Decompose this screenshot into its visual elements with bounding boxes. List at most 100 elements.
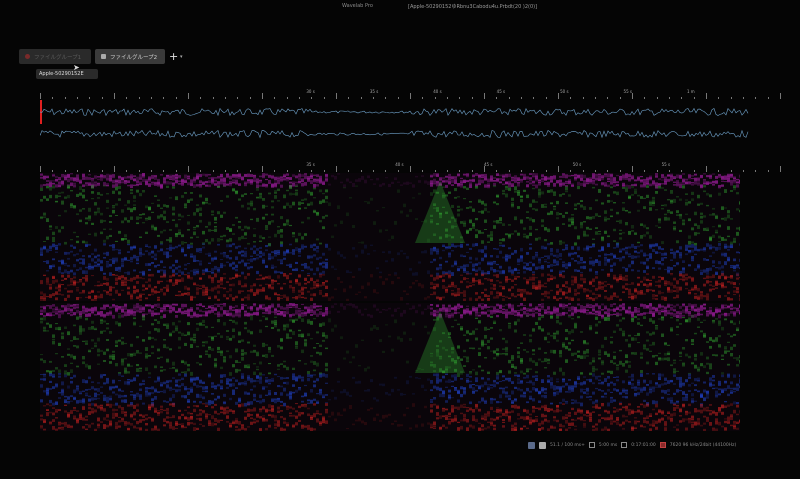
waveform-display[interactable] <box>40 100 780 148</box>
spectrogram-cell <box>292 384 295 387</box>
spectrogram-cell <box>253 250 256 254</box>
spectrogram-cell <box>118 179 121 181</box>
spectrogram-cell <box>682 183 685 185</box>
spectrogram-cell <box>709 284 712 286</box>
spectrogram-cell <box>250 247 253 251</box>
spectrogram-cell <box>730 265 733 267</box>
spectrogram-cell <box>130 208 133 213</box>
spectrogram-cell <box>640 244 643 247</box>
spectrogram-cell <box>103 252 106 255</box>
spectrogram-cell <box>289 224 292 227</box>
add-tab-chevron-down-icon[interactable]: ▾ <box>180 54 183 60</box>
spectrogram-cell <box>376 177 379 181</box>
spectrogram-cell <box>739 283 740 285</box>
spectrogram-cell <box>280 416 283 419</box>
spectrogram-cell <box>121 176 124 181</box>
spectrogram-cell <box>55 244 58 247</box>
spectrum-time-ruler[interactable]: 35 s 40 s 45 s 50 s 55 s <box>40 162 781 172</box>
spectrogram-cell <box>484 203 487 207</box>
spectrogram-cell <box>475 229 478 232</box>
add-tab-button[interactable]: + <box>169 50 178 63</box>
spectrogram-cell <box>214 226 217 228</box>
spectrogram-cell <box>160 243 163 246</box>
spectrogram-cell <box>301 270 304 272</box>
spectrogram-cell <box>313 318 316 320</box>
spectrogram-cell <box>253 379 256 383</box>
spectrogram-cell <box>226 261 229 263</box>
spectrogram-cell <box>109 395 112 397</box>
spectrogram-cell <box>214 256 217 260</box>
spectrogram-cell <box>163 418 166 422</box>
spectrogram-cell <box>316 179 319 183</box>
ruler-tick <box>138 97 140 99</box>
spectrogram-cell <box>220 265 223 269</box>
spectrogram-cell <box>637 200 640 204</box>
spectrogram-cell <box>253 371 256 375</box>
spectrogram-channel-right[interactable] <box>40 303 740 431</box>
spectrogram-cell <box>136 189 139 193</box>
spectrogram-cell <box>106 177 109 181</box>
spectrogram-cell <box>259 376 262 380</box>
spectrogram-cell <box>319 388 322 391</box>
spectrogram-cell <box>700 248 703 251</box>
spectrogram-cell <box>208 275 211 279</box>
spectrogram-cell <box>232 283 235 287</box>
spectrogram-cell <box>49 186 52 191</box>
spectrogram-cell <box>418 192 421 195</box>
spectrogram-cell <box>481 270 484 274</box>
spectrogram-cell <box>220 306 223 308</box>
spectrogram-cell <box>484 184 487 188</box>
spectrogram-cell <box>229 263 232 267</box>
spectrogram-cell <box>142 293 145 295</box>
ruler-tick <box>64 170 66 172</box>
file-tab[interactable]: Apple-50290152E <box>36 69 98 79</box>
spectrogram-cell <box>217 211 220 215</box>
spectrogram-cell <box>211 385 214 388</box>
spectrogram-cell <box>241 349 244 352</box>
spectrogram-cell <box>109 386 112 389</box>
spectrogram-cell <box>136 336 139 339</box>
spectrogram-cell <box>682 178 685 183</box>
spectrogram-cell <box>169 416 172 419</box>
spectrogram-cell <box>43 390 46 393</box>
spectrogram-cell <box>490 231 493 235</box>
tab-file-group-1[interactable]: ファイルグループ1 <box>19 49 91 64</box>
spectrogram-cell <box>103 290 106 292</box>
spectrogram-cell <box>235 264 238 268</box>
spectrogram-cell <box>274 280 277 282</box>
spectrogram-cell <box>607 200 610 203</box>
spectrogram-cell <box>214 222 217 224</box>
spectrogram-cell <box>148 304 151 307</box>
spectrogram-cell <box>163 389 166 392</box>
spectrogram-cell <box>436 283 439 288</box>
spectrogram-cell <box>124 176 127 179</box>
waveform-time-ruler[interactable]: 30 s 35 s 40 s 45 s 50 s 55 s1 m <box>40 89 781 99</box>
spectrogram-cell <box>292 376 295 381</box>
spectrogram-channel-left[interactable] <box>40 173 740 301</box>
spectrogram-cell <box>253 258 256 261</box>
spectrogram-cell <box>709 181 712 184</box>
spectrogram-cell <box>136 216 139 220</box>
spectrogram-cell <box>679 213 682 217</box>
spectrogram-cell <box>76 213 79 216</box>
spectrogram-cell <box>508 297 511 299</box>
spectrogram-cell <box>271 399 274 402</box>
spectrogram-cell <box>370 179 373 181</box>
spectrogram-cell <box>247 297 250 301</box>
spectrogram-cell <box>412 197 415 199</box>
spectrogram-cell <box>682 267 685 270</box>
spectrogram-cell <box>247 202 250 205</box>
spectrogram-cell <box>160 390 163 393</box>
ruler-tick <box>360 97 362 99</box>
spectrogram-cell <box>679 216 682 219</box>
spectrogram-cell <box>514 175 517 179</box>
spectrogram-cell <box>340 220 343 224</box>
spectrogram-cell <box>703 227 706 231</box>
spectrogram-cell <box>334 175 337 180</box>
spectrogram-cell <box>193 296 196 299</box>
spectrogram-cell <box>487 234 490 236</box>
tab-file-group-2[interactable]: ファイルグループ2 <box>95 49 165 64</box>
spectrogram-cell <box>334 268 337 270</box>
spectrogram-cell <box>106 377 109 380</box>
spectrogram-cell <box>175 223 178 228</box>
